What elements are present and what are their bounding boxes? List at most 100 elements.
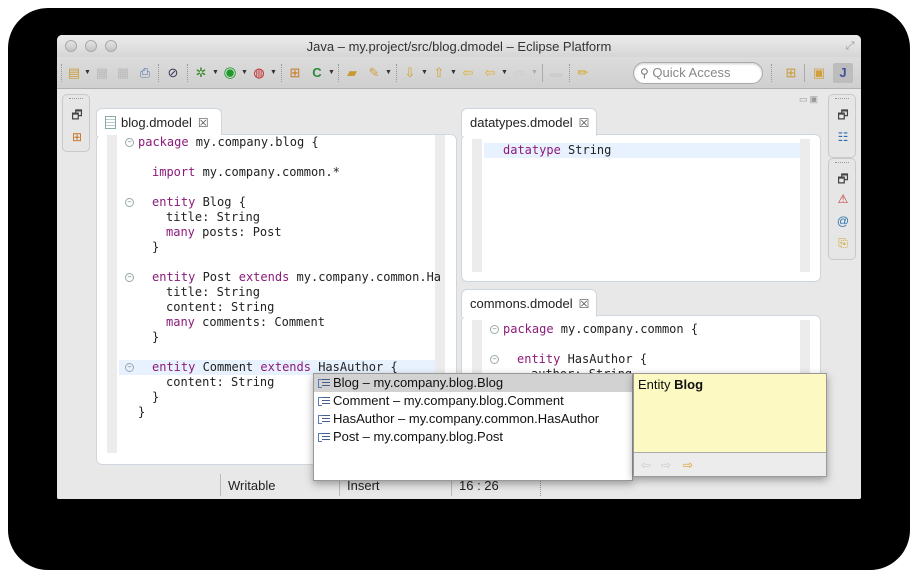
tab-blog-dmodel[interactable]: blog.dmodel ☒	[96, 108, 222, 136]
code-line[interactable]	[119, 255, 435, 270]
save-all-icon[interactable]: ▦	[115, 65, 131, 81]
close-tab-icon[interactable]: ☒	[198, 116, 209, 130]
new-class-icon[interactable]: C	[309, 65, 325, 81]
fold-collapse-icon[interactable]: −	[125, 198, 134, 207]
previous-annotation-icon[interactable]: ⇧	[431, 65, 447, 81]
drag-handle[interactable]	[69, 98, 83, 99]
back-icon[interactable]: ⇦	[482, 65, 498, 81]
fullscreen-icon[interactable]: ⤢	[843, 39, 857, 53]
code-line[interactable]	[119, 150, 435, 165]
tab-datatypes-dmodel[interactable]: datatypes.dmodel ☒	[461, 108, 597, 136]
print-icon[interactable]: ⎙	[137, 65, 153, 81]
code-text: posts: Post	[194, 225, 282, 239]
forward-icon[interactable]: ⇨	[512, 65, 528, 81]
new-package-icon[interactable]: ⊞	[287, 65, 303, 81]
mark-occurrences-icon[interactable]: ✏	[575, 65, 591, 81]
code-text: }	[152, 330, 160, 344]
restore-icon[interactable]: 🗗	[69, 107, 85, 123]
close-tab-icon[interactable]: ☒	[579, 116, 590, 130]
code-line[interactable]: import my.company.common.*	[119, 165, 435, 180]
code-line[interactable]: − package my.company.common {	[484, 322, 800, 337]
datatypes-editor[interactable]: datatype String	[472, 139, 812, 272]
save-icon[interactable]: ▦	[94, 65, 110, 81]
content-assist-doc-popup: Entity Blog ⇦ ⇨ ⇨	[633, 373, 827, 477]
search-dropdown-icon[interactable]: ▼	[385, 69, 392, 77]
code-line[interactable]: }	[119, 330, 435, 345]
run-icon[interactable]: ◉	[222, 65, 238, 81]
entity-icon	[318, 432, 330, 442]
forward-dropdown-icon[interactable]: ▼	[531, 69, 538, 77]
entity-icon	[318, 378, 330, 388]
search-tool-icon[interactable]: ✎	[366, 65, 382, 81]
editor-area-min-max: ▭▣	[799, 94, 820, 105]
next-annotation-dropdown-icon[interactable]: ▼	[421, 69, 428, 77]
declaration-view-icon[interactable]: ⎘	[835, 235, 851, 251]
debug-dropdown-icon[interactable]: ▼	[212, 69, 219, 77]
code-line[interactable]: many posts: Post	[119, 225, 435, 240]
overview-ruler	[800, 139, 810, 272]
previous-annotation-dropdown-icon[interactable]: ▼	[450, 69, 457, 77]
proposal-item[interactable]: Post – my.company.blog.Post	[314, 428, 632, 446]
code-line[interactable]: − package my.company.blog {	[119, 135, 435, 150]
fold-collapse-icon[interactable]: −	[125, 363, 134, 372]
maximize-icon[interactable]: ▣	[810, 94, 821, 104]
code-line[interactable]: }	[119, 240, 435, 255]
code-text: }	[152, 390, 160, 404]
fold-collapse-icon[interactable]: −	[125, 273, 134, 282]
fold-collapse-icon[interactable]: −	[125, 138, 134, 147]
java-perspective-icon[interactable]: J	[833, 63, 853, 83]
code-line[interactable]: title: String	[119, 285, 435, 300]
run-dropdown-icon[interactable]: ▼	[241, 69, 248, 77]
last-edit-location-icon[interactable]: ⇦	[460, 65, 476, 81]
back-dropdown-icon[interactable]: ▼	[501, 69, 508, 77]
open-declaration-icon[interactable]: ⇨	[680, 457, 696, 473]
new-class-dropdown-icon[interactable]: ▼	[328, 69, 335, 77]
drag-handle[interactable]	[835, 98, 849, 99]
javadoc-view-icon[interactable]: @	[835, 213, 851, 229]
code-line[interactable]: − entity Post extends my.company.common.H…	[119, 270, 441, 285]
close-tab-icon[interactable]: ☒	[579, 297, 590, 311]
resource-perspective-icon[interactable]: ▣	[809, 63, 829, 83]
code-line[interactable]	[484, 337, 800, 352]
external-tools-icon[interactable]: ◍	[251, 65, 267, 81]
keyword: entity	[152, 195, 196, 209]
code-line[interactable]: title: String	[119, 210, 435, 225]
quick-access-input[interactable]: ⚲ Quick Access	[633, 62, 763, 84]
code-line[interactable]: − entity HasAuthor {	[484, 352, 800, 367]
problems-view-icon[interactable]: ⚠	[835, 191, 851, 207]
keyword: package	[503, 322, 554, 336]
external-tools-dropdown-icon[interactable]: ▼	[270, 69, 277, 77]
new-wizard-icon[interactable]: ▤	[66, 65, 82, 81]
proposal-item[interactable]: Blog – my.company.blog.Blog	[314, 374, 632, 392]
doc-forward-icon[interactable]: ⇨	[658, 457, 674, 473]
code-line[interactable]: datatype String	[484, 143, 800, 158]
drag-handle[interactable]	[835, 162, 849, 163]
proposal-item[interactable]: HasAuthor – my.company.common.HasAuthor	[314, 410, 632, 428]
code-line[interactable]: − entity Blog {	[119, 195, 435, 210]
next-annotation-icon[interactable]: ⇩	[402, 65, 418, 81]
proposal-item[interactable]: Comment – my.company.blog.Comment	[314, 392, 632, 410]
skip-breakpoints-icon[interactable]: ⊘	[165, 65, 181, 81]
fold-collapse-icon[interactable]: −	[490, 355, 499, 364]
debug-icon[interactable]: ✲	[193, 65, 209, 81]
code-text: HasAuthor {	[560, 352, 648, 366]
code-line[interactable]: content: String	[119, 300, 435, 315]
code-line[interactable]: many comments: Comment	[119, 315, 435, 330]
open-perspective-icon[interactable]: ⊞	[781, 63, 801, 83]
outline-view-icon[interactable]: ☷	[835, 129, 851, 145]
open-type-icon[interactable]: ▰	[344, 65, 360, 81]
fold-collapse-icon[interactable]: −	[490, 325, 499, 334]
code-line[interactable]	[119, 180, 435, 195]
restore-icon[interactable]: 🗗	[835, 107, 851, 123]
code-area[interactable]: datatype String	[484, 143, 800, 158]
tab-commons-dmodel[interactable]: commons.dmodel ☒	[461, 289, 597, 317]
hierarchy-view-icon[interactable]: ⊞	[69, 129, 85, 145]
minimize-icon[interactable]: ▭	[799, 94, 810, 104]
doc-back-icon[interactable]: ⇦	[638, 457, 654, 473]
pin-editor-icon[interactable]: ▬	[548, 65, 564, 81]
restore-icon[interactable]: 🗗	[835, 171, 851, 187]
code-text: my.company.blog {	[188, 135, 319, 149]
new-dropdown-icon[interactable]: ▼	[84, 69, 91, 77]
toolbar-separator	[187, 64, 188, 82]
code-line[interactable]	[119, 345, 435, 360]
